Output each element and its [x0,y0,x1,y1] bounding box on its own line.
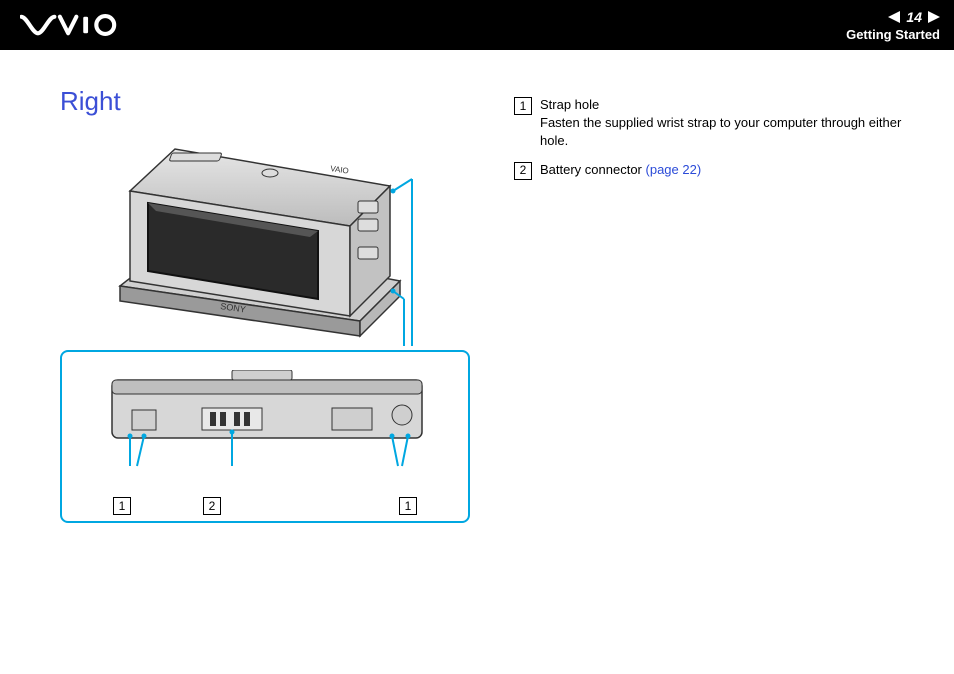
section-title: Getting Started [846,27,940,42]
page-nav: 14 [846,9,940,25]
list-item: 2 Battery connector (page 22) [514,161,914,180]
page-header: 14 Getting Started [0,0,954,50]
page-title: Right [60,86,490,117]
prev-page-arrow-icon[interactable] [888,11,900,23]
header-right: 14 Getting Started [846,9,940,42]
page-number: 14 [904,9,924,25]
page-link[interactable]: (page 22) [646,162,702,177]
item-description: Fasten the supplied wrist strap to your … [540,114,914,150]
item-label: Strap hole [540,97,599,112]
device-side-figure-box: 1 2 1 [60,350,470,523]
callout-1-right: 1 [399,497,417,515]
item-number-box: 1 [514,97,532,115]
callout-1-left: 1 [113,497,131,515]
svg-text:VAIO: VAIO [330,164,350,175]
figure-column: Right [60,86,490,523]
callout-2: 2 [203,497,221,515]
vaio-logo [20,14,130,36]
page-content: Right [0,50,954,523]
device-side-figure [82,370,452,480]
item-label: Battery connector [540,162,642,177]
item-number-box: 2 [514,162,532,180]
device-perspective-figure: VAIO SONY [60,131,470,346]
list-item: 1 Strap hole Fasten the supplied wrist s… [514,96,914,151]
next-page-arrow-icon[interactable] [928,11,940,23]
figure-callout-row: 1 2 1 [62,497,468,515]
description-column: 1 Strap hole Fasten the supplied wrist s… [514,86,914,523]
